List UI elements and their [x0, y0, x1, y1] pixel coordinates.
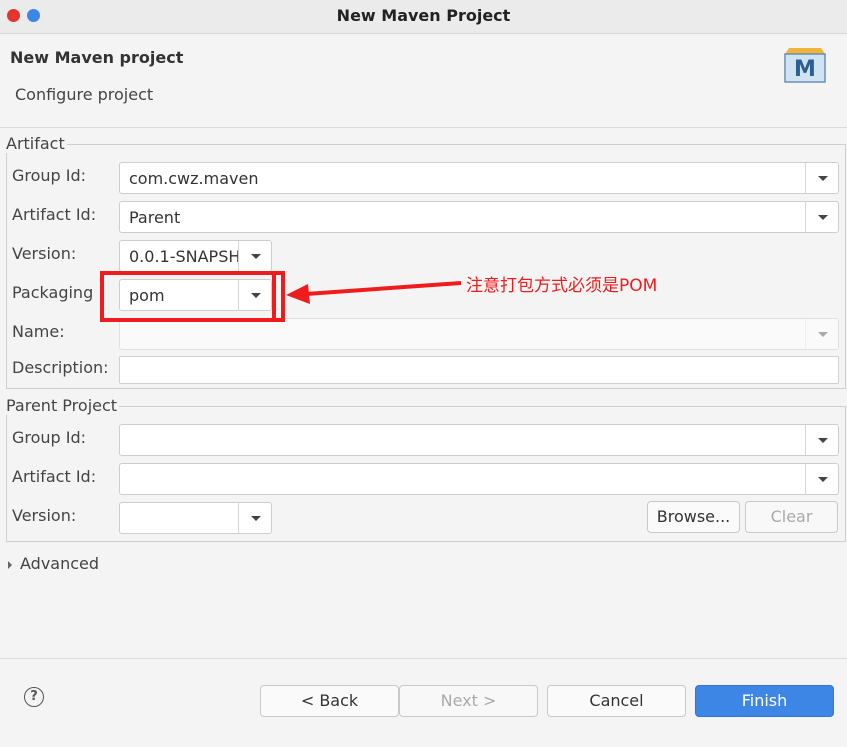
- wizard-title: New Maven project: [10, 48, 184, 67]
- name-combo[interactable]: [119, 318, 839, 350]
- chevron-down-icon[interactable]: [805, 319, 838, 349]
- version-label: Version:: [12, 244, 77, 263]
- version-value: 0.0.1-SNAPSH: [129, 247, 241, 266]
- name-label: Name:: [12, 322, 65, 341]
- wizard-content: Artifact Group Id: com.cwz.maven Artifac…: [0, 128, 847, 658]
- maven-logo-icon: M: [784, 48, 826, 83]
- parent-project-group-title: Parent Project: [6, 396, 120, 415]
- artifact-id-label: Artifact Id:: [12, 205, 97, 224]
- title-bar: New Maven Project: [0, 0, 847, 34]
- artifact-id-value: Parent: [129, 208, 181, 227]
- help-icon[interactable]: ?: [24, 687, 44, 707]
- cancel-button[interactable]: Cancel: [547, 685, 686, 717]
- group-id-label: Group Id:: [12, 166, 87, 185]
- chevron-down-icon[interactable]: [238, 241, 271, 271]
- window-title: New Maven Project: [336, 6, 511, 25]
- wizard-header: New Maven project Configure project M: [0, 34, 847, 128]
- artifact-group-title: Artifact: [6, 134, 67, 153]
- annotation-note: 注意打包方式必须是POM: [466, 276, 658, 296]
- packaging-label: Packaging: [12, 283, 94, 302]
- description-input[interactable]: [119, 356, 839, 384]
- artifact-id-combo[interactable]: Parent: [119, 201, 839, 233]
- annotation-divider-line: [272, 275, 276, 318]
- advanced-section-toggle[interactable]: Advanced: [8, 554, 99, 573]
- parent-group-id-combo[interactable]: [119, 424, 839, 456]
- chevron-down-icon[interactable]: [805, 163, 838, 193]
- chevron-down-icon[interactable]: [805, 464, 838, 494]
- parent-version-combo[interactable]: [119, 502, 272, 534]
- chevron-down-icon[interactable]: [238, 503, 271, 533]
- wizard-subtitle: Configure project: [15, 85, 154, 104]
- wizard-footer: ? < Back Next > Cancel Finish: [0, 658, 847, 747]
- finish-button[interactable]: Finish: [695, 685, 834, 717]
- back-button[interactable]: < Back: [260, 685, 399, 717]
- annotation-highlight-box: [100, 271, 285, 322]
- annotation-arrow-icon: [286, 281, 462, 304]
- parent-artifact-id-label: Artifact Id:: [12, 467, 97, 486]
- browse-button[interactable]: Browse...: [647, 501, 740, 533]
- parent-version-label: Version:: [12, 506, 77, 525]
- chevron-down-icon[interactable]: [805, 202, 838, 232]
- chevron-down-icon[interactable]: [805, 425, 838, 455]
- parent-artifact-id-combo[interactable]: [119, 463, 839, 495]
- next-button[interactable]: Next >: [399, 685, 538, 717]
- svg-text:M: M: [794, 57, 816, 82]
- parent-group-id-label: Group Id:: [12, 428, 87, 447]
- group-id-value: com.cwz.maven: [129, 169, 259, 188]
- version-combo[interactable]: 0.0.1-SNAPSH: [119, 240, 272, 272]
- group-id-combo[interactable]: com.cwz.maven: [119, 162, 839, 194]
- clear-button[interactable]: Clear: [745, 501, 838, 533]
- advanced-label: Advanced: [20, 554, 100, 573]
- description-label: Description:: [12, 358, 109, 377]
- chevron-right-icon: [8, 560, 12, 569]
